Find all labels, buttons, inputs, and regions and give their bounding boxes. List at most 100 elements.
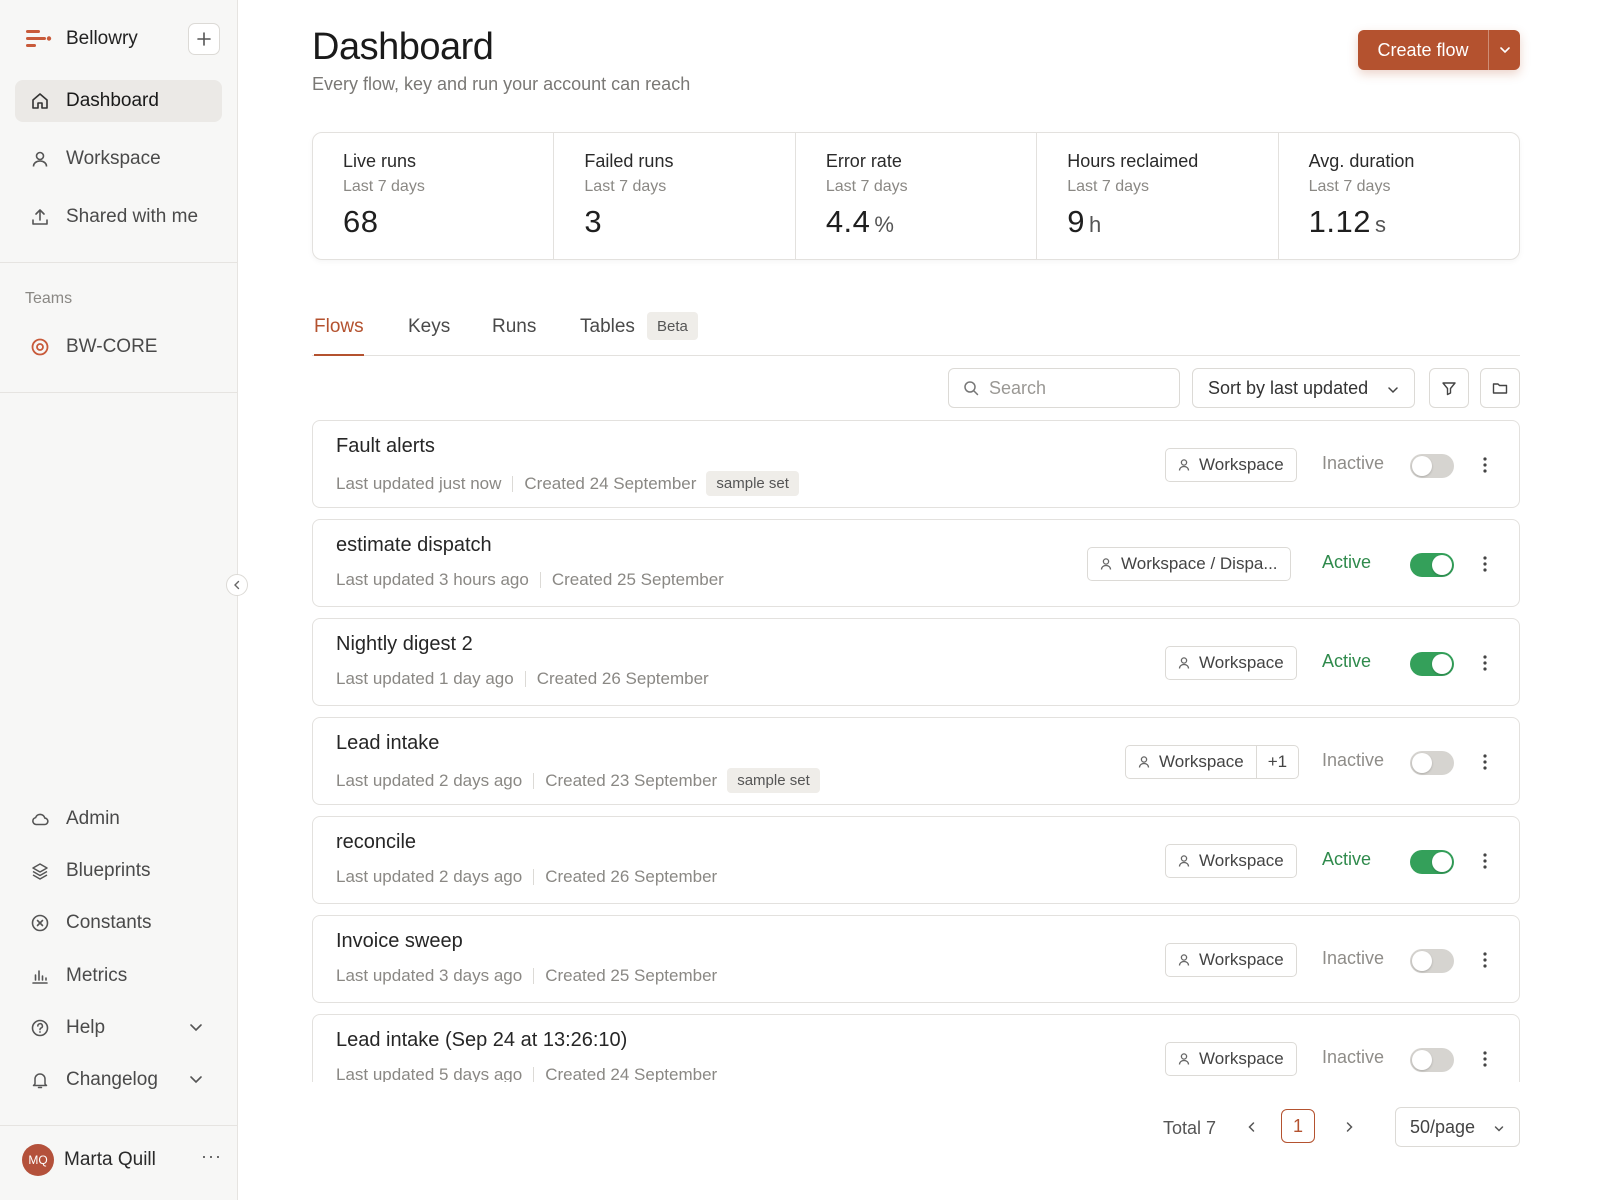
tab-flows[interactable]: Flows <box>314 316 364 356</box>
flow-updated: Last updated 3 hours ago <box>336 570 529 589</box>
flow-name[interactable]: reconcile <box>336 831 416 854</box>
row-menu-button[interactable] <box>1475 948 1495 972</box>
flow-toggle[interactable] <box>1410 454 1454 478</box>
tab-runs[interactable]: Runs <box>492 316 536 356</box>
flow-toggle[interactable] <box>1410 652 1454 676</box>
workspace-chip[interactable]: Workspace / Dispa... <box>1087 547 1291 581</box>
row-menu-button[interactable] <box>1475 453 1495 477</box>
meta-separator <box>524 671 526 687</box>
flow-row[interactable]: Lead intake Last updated 2 days ago Creat… <box>312 717 1520 805</box>
folder-button[interactable] <box>1480 368 1520 408</box>
flow-updated: Last updated 2 days ago <box>336 867 523 886</box>
cloud-icon <box>30 809 50 829</box>
flow-toggle[interactable] <box>1410 751 1454 775</box>
search-box[interactable] <box>948 368 1180 408</box>
row-menu-button[interactable] <box>1475 651 1495 675</box>
flow-row[interactable]: Fault alerts Last updated just now Create… <box>312 420 1520 508</box>
page-title: Dashboard <box>312 26 494 68</box>
nav-item-label: Metrics <box>66 965 128 986</box>
nav-item-admin[interactable]: Admin <box>15 798 222 840</box>
kebab-icon <box>1483 853 1487 869</box>
tab-keys[interactable]: Keys <box>408 316 450 356</box>
row-menu-button[interactable] <box>1475 1047 1495 1071</box>
collapse-sidebar-button[interactable] <box>226 574 248 596</box>
workspace-chip[interactable]: Workspace +1 <box>1125 745 1300 779</box>
user-name: Marta Quill <box>64 1149 156 1170</box>
flow-name[interactable]: Lead intake <box>336 732 439 755</box>
filter-button[interactable] <box>1429 368 1469 408</box>
flow-name[interactable]: Fault alerts <box>336 435 435 458</box>
nav-item-shared-with-me[interactable]: Shared with me <box>15 196 222 238</box>
toggle-knob <box>1412 753 1432 773</box>
row-menu-button[interactable] <box>1475 750 1495 774</box>
user-icon <box>1100 557 1112 571</box>
flow-toggle[interactable] <box>1410 553 1454 577</box>
flow-row[interactable]: estimate dispatch Last updated 3 hours a… <box>312 519 1520 607</box>
flow-toggle[interactable] <box>1410 1048 1454 1072</box>
flow-name[interactable]: Nightly digest 2 <box>336 633 473 656</box>
next-page-button[interactable] <box>1338 1116 1360 1138</box>
toggle-knob <box>1412 456 1432 476</box>
user-icon <box>1178 1052 1190 1066</box>
nav-item-workspace[interactable]: Workspace <box>15 138 222 180</box>
nav-item-blueprints[interactable]: Blueprints <box>15 850 222 892</box>
search-input[interactable] <box>989 377 1169 399</box>
create-flow-button[interactable]: Create flow <box>1358 30 1488 70</box>
brand[interactable]: Bellowry <box>24 22 220 56</box>
add-button[interactable] <box>188 23 220 55</box>
avatar: MQ <box>22 1144 54 1176</box>
page-size-select[interactable]: 50/page <box>1395 1107 1520 1147</box>
chevron-left-icon <box>1248 1122 1255 1132</box>
team-label: BW-CORE <box>66 336 158 357</box>
flow-name[interactable]: estimate dispatch <box>336 534 492 557</box>
workspace-chip[interactable]: Workspace <box>1165 1042 1297 1076</box>
nav-item-constants[interactable]: Constants <box>15 902 222 944</box>
flow-name[interactable]: Invoice sweep <box>336 930 463 953</box>
layers-icon <box>30 861 50 881</box>
flow-row[interactable]: reconcile Last updated 2 days ago Created… <box>312 816 1520 904</box>
workspace-chip[interactable]: Workspace <box>1165 943 1297 977</box>
flow-row[interactable]: Lead intake (Sep 24 at 13:26:10) Last up… <box>312 1014 1520 1082</box>
stat-number: 1.12 <box>1308 204 1371 239</box>
more-options-icon[interactable]: ··· <box>201 1146 222 1167</box>
nav-item-metrics[interactable]: Metrics <box>15 955 222 997</box>
page-number-button[interactable]: 1 <box>1281 1109 1315 1143</box>
page-size-label: 50/page <box>1410 1116 1476 1137</box>
flow-row[interactable]: Nightly digest 2 Last updated 1 day ago C… <box>312 618 1520 706</box>
create-flow-dropdown-button[interactable] <box>1488 30 1520 70</box>
meta-separator <box>533 772 535 789</box>
workspace-extra-count[interactable]: +1 <box>1255 746 1298 778</box>
bellowry-logo-icon <box>24 27 52 51</box>
flow-status: Inactive <box>1322 750 1385 770</box>
stat-period: Last 7 days <box>1067 178 1150 195</box>
workspace-chip[interactable]: Workspace <box>1165 844 1297 878</box>
nav-item-label: Admin <box>66 808 120 829</box>
workspace-chip[interactable]: Workspace <box>1165 646 1297 680</box>
flow-toggle[interactable] <box>1410 850 1454 874</box>
nav-item-label: Workspace <box>66 148 161 169</box>
prev-page-button[interactable] <box>1241 1116 1263 1138</box>
flow-name[interactable]: Lead intake (Sep 24 at 13:26:10) <box>336 1029 627 1052</box>
sort-label: Sort by last updated <box>1208 377 1369 398</box>
meta-separator <box>533 1067 535 1082</box>
nav-item-changelog[interactable]: Changelog <box>15 1059 222 1101</box>
flow-status: Inactive <box>1322 1047 1385 1067</box>
row-menu-button[interactable] <box>1475 552 1495 576</box>
stat-number: 9 <box>1067 204 1085 239</box>
nav-item-help[interactable]: Help <box>15 1007 222 1049</box>
stat-label: Error rate <box>825 151 902 171</box>
nav-item-team-bw-core[interactable]: BW-CORE <box>15 326 222 368</box>
stat-value: 3 <box>584 204 764 240</box>
bell-icon <box>30 1070 50 1090</box>
user-menu[interactable]: MQ Marta Quill ··· <box>22 1142 222 1178</box>
stat-unit: s <box>1374 212 1387 237</box>
meta-separator <box>533 968 535 984</box>
sort-select[interactable]: Sort by last updated <box>1192 368 1415 408</box>
stat-value: 4.4% <box>826 204 1006 240</box>
flow-toggle[interactable] <box>1410 949 1454 973</box>
tab-tables[interactable]: Tables <box>580 316 635 356</box>
workspace-chip[interactable]: Workspace <box>1165 448 1297 482</box>
flow-row[interactable]: Invoice sweep Last updated 3 days ago Cre… <box>312 915 1520 1003</box>
nav-item-dashboard[interactable]: Dashboard <box>15 80 222 122</box>
row-menu-button[interactable] <box>1475 849 1495 873</box>
